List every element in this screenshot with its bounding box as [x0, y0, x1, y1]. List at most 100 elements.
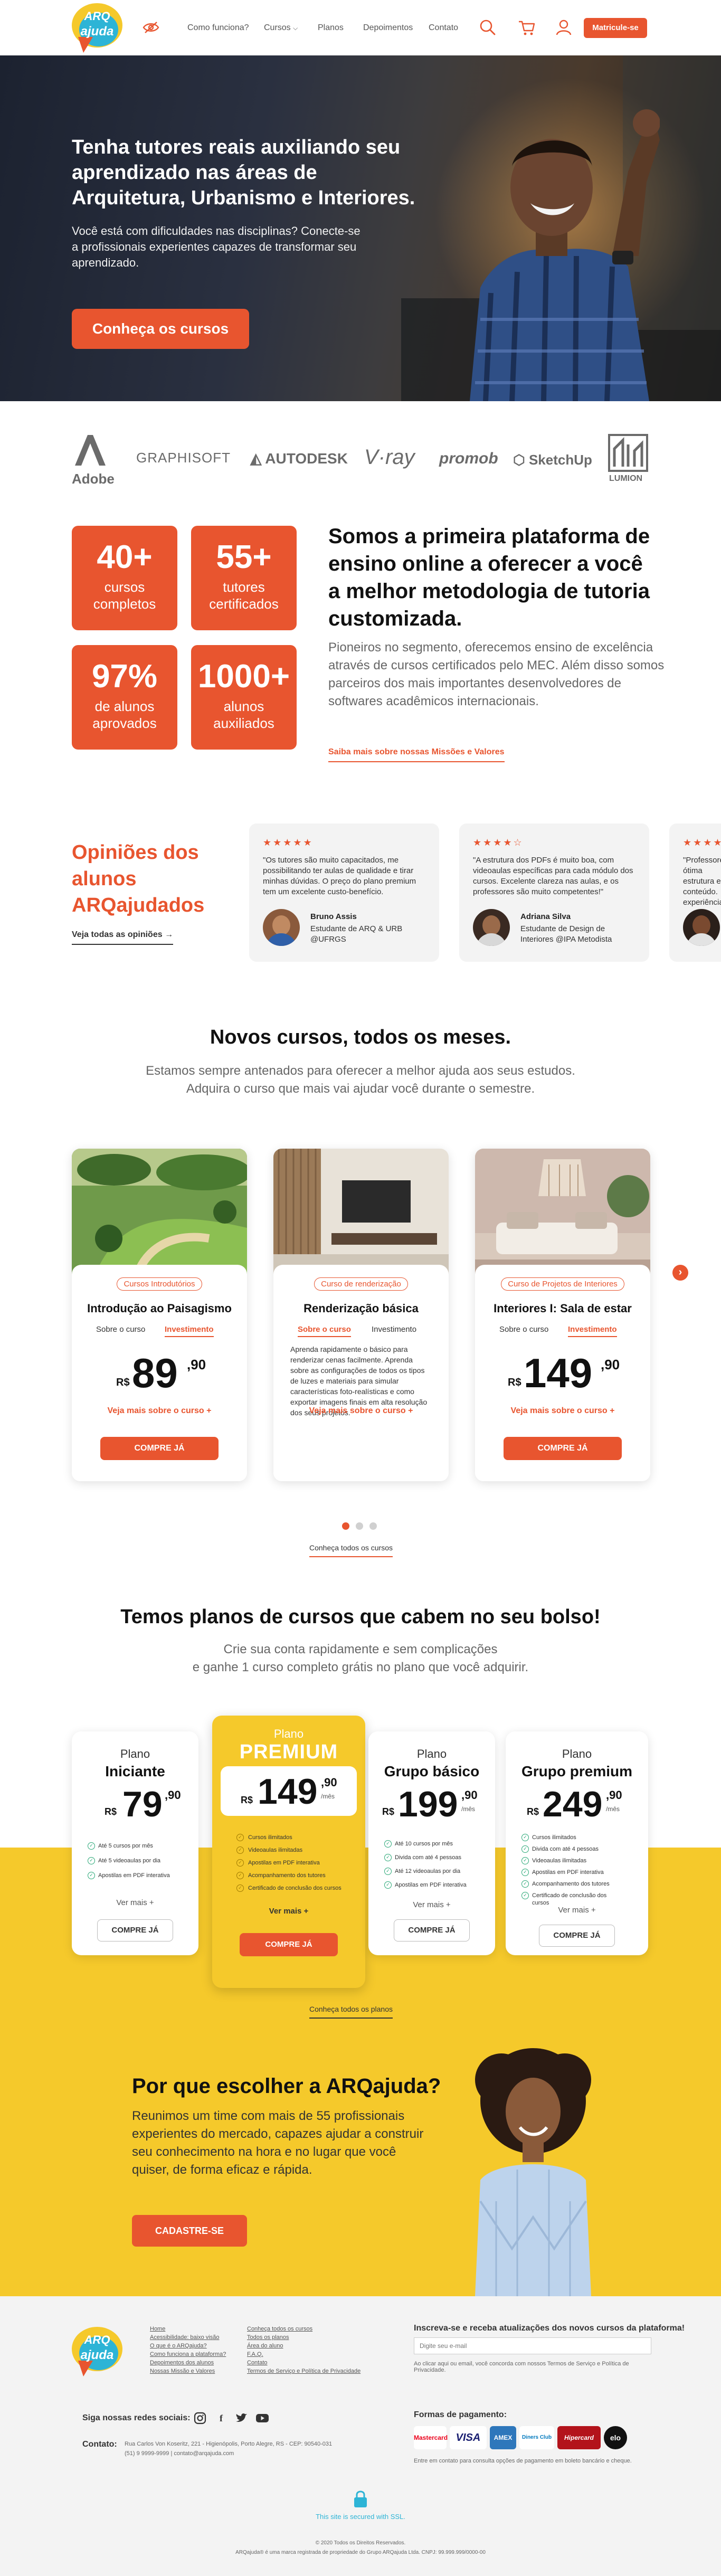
nav-cursos-label: Cursos — [264, 23, 291, 32]
all-courses-link[interactable]: Conheça todos os cursos — [309, 1543, 393, 1557]
all-plans-link[interactable]: Conheça todos os planos — [309, 2005, 393, 2019]
facebook-icon[interactable]: f — [214, 2411, 228, 2425]
lumion-logo-icon — [608, 434, 648, 472]
carousel-dot[interactable] — [369, 1522, 377, 1530]
arqajuda-logo[interactable]: ARQ ajuda — [72, 3, 122, 54]
search-icon[interactable] — [478, 18, 497, 37]
footer-logo[interactable]: ARQ ajuda — [72, 2327, 122, 2378]
plan-more-link[interactable]: Ver mais + — [72, 1898, 198, 1907]
check-icon: ✓ — [384, 1840, 392, 1848]
plan-price-cents: ,90 — [606, 1788, 622, 1802]
buy-course-button[interactable]: COMPRE JÁ — [504, 1437, 622, 1460]
signup-button[interactable]: CADASTRE-SE — [132, 2215, 247, 2247]
buy-plan-button[interactable]: COMPRE JÁ — [97, 1919, 173, 1942]
footer-link[interactable]: Todos os planos — [247, 2334, 289, 2341]
partner-lumion-label: LUMION — [609, 474, 643, 483]
carousel-next-button[interactable]: › — [672, 1265, 688, 1281]
avatar — [473, 909, 510, 946]
explore-courses-button[interactable]: Conheça os cursos — [72, 309, 249, 349]
plan-feature: ✓ Até 10 cursos por mês — [384, 1840, 485, 1848]
buy-plan-button[interactable]: COMPRE JÁ — [539, 1925, 615, 1947]
course-card[interactable]: Curso de renderização Renderização básic… — [273, 1149, 449, 1481]
plan-more-link[interactable]: Ver mais + — [212, 1907, 365, 1916]
cart-icon[interactable] — [517, 18, 536, 37]
course-more-link[interactable]: Veja mais sobre o curso + — [72, 1406, 247, 1416]
plan-name: PREMIUM — [239, 1741, 338, 1763]
tab-investment[interactable]: Investimento — [165, 1325, 214, 1337]
testimonial-name: Adriana Silva — [520, 912, 571, 921]
course-card[interactable]: Cursos Introdutórios Introdução ao Paisa… — [72, 1149, 247, 1481]
testimonial-card: ★★★★☆ "A estrutura dos PDFs é muito boa,… — [459, 823, 649, 962]
carousel-dot[interactable] — [356, 1522, 363, 1530]
footer-link[interactable]: Depoimentos dos alunos — [150, 2360, 214, 2366]
footer-link[interactable]: Termos de Serviço e Política de Privacid… — [247, 2368, 360, 2374]
stat-number: 1000+ — [197, 658, 290, 695]
all-testimonials-link[interactable]: Veja todas as opiniões → — [72, 930, 174, 945]
about-title: Somos a primeira plataforma de ensino on… — [328, 525, 650, 630]
footer-link[interactable]: Acessibilidade: baixo visão — [150, 2334, 219, 2341]
plan-card-grupo-premium[interactable]: Plano Grupo premium R$ 249 ,90 /mês ✓ Cur… — [506, 1731, 648, 1955]
mission-values-link[interactable]: Saiba mais sobre nossas Missões e Valore… — [328, 747, 505, 762]
tab-about-course[interactable]: Sobre o curso — [298, 1325, 351, 1337]
plan-feature: ✓ Divida com até 4 pessoas — [521, 1845, 622, 1853]
testimonial-card: ★★★★★ "Os tutores são muito capacitados,… — [249, 823, 439, 962]
nav-cursos[interactable]: Cursos ⌵ — [264, 23, 298, 33]
stat-label: alunos auxiliados — [213, 698, 274, 731]
plan-card-premium[interactable]: Plano PREMIUM R$ 149 ,90 /mês ✓ Cursos il… — [212, 1716, 365, 1988]
twitter-icon[interactable] — [234, 2411, 248, 2425]
course-more-link[interactable]: Veja mais sobre o curso + — [475, 1406, 650, 1416]
tab-about-course[interactable]: Sobre o curso — [499, 1325, 548, 1334]
nav-depoimentos[interactable]: Depoimentos — [363, 23, 413, 33]
plan-feature: ✓ Apostilas em PDF interativa — [88, 1872, 188, 1879]
enroll-button[interactable]: Matricule-se — [584, 18, 647, 38]
amex-icon: AMEX — [490, 2426, 516, 2449]
accessibility-eye-icon[interactable] — [143, 21, 159, 34]
check-icon: ✓ — [236, 1884, 244, 1892]
tab-about-course[interactable]: Sobre o curso — [96, 1325, 145, 1334]
footer-link[interactable]: Área do aluno — [247, 2343, 283, 2349]
buy-plan-button[interactable]: COMPRE JÁ — [240, 1933, 338, 1956]
nav-como-funciona[interactable]: Como funciona? — [187, 23, 249, 33]
plan-more-link[interactable]: Ver mais + — [506, 1906, 648, 1915]
chevron-down-icon: ⌵ — [293, 24, 298, 32]
user-account-icon[interactable] — [554, 18, 573, 37]
footer-link[interactable]: Conheça todos os cursos — [247, 2326, 312, 2332]
tab-investment[interactable]: Investimento — [568, 1325, 617, 1337]
course-card[interactable]: Curso de Projetos de Interiores Interior… — [475, 1149, 650, 1481]
buy-plan-button[interactable]: COMPRE JÁ — [394, 1919, 470, 1942]
check-icon: ✓ — [236, 1859, 244, 1867]
stat-label: tutores certificados — [209, 579, 279, 612]
plan-price: 199 — [398, 1784, 458, 1824]
courses-subtitle-1: Estamos sempre antenados para oferecer a… — [146, 1064, 575, 1078]
footer-link[interactable]: O que é o ARQajuda? — [150, 2343, 207, 2349]
newsletter-email-input[interactable] — [414, 2337, 651, 2354]
tab-investment[interactable]: Investimento — [372, 1325, 416, 1334]
footer-link[interactable]: Contato — [247, 2360, 268, 2366]
footer-link[interactable]: Como funciona a plataforma? — [150, 2351, 226, 2357]
plan-name: Grupo premium — [521, 1763, 632, 1779]
course-price-cents: ,90 — [187, 1357, 206, 1372]
footer-link[interactable]: Home — [150, 2326, 165, 2332]
check-icon: ✓ — [384, 1868, 392, 1875]
instagram-icon[interactable] — [193, 2411, 207, 2425]
plan-feature: ✓ Apostilas em PDF interativa — [384, 1881, 485, 1889]
plan-more-link[interactable]: Ver mais + — [368, 1900, 495, 1909]
plan-feature: ✓ Videoaulas ilimitadas — [236, 1846, 347, 1854]
nav-contato[interactable]: Contato — [429, 23, 458, 33]
footer-link[interactable]: Nossas Missão e Valores — [150, 2368, 215, 2374]
course-more-link[interactable]: Veja mais sobre o curso + — [273, 1406, 449, 1416]
course-title: Interiores I: Sala de estar — [494, 1302, 632, 1315]
carousel-dot-active[interactable] — [342, 1522, 349, 1530]
plan-card-grupo-basico[interactable]: Plano Grupo básico R$ 199 ,90 /mês ✓ Até … — [368, 1731, 495, 1955]
plan-card-iniciante[interactable]: Plano Iniciante R$ 79 ,90 ✓ Até 5 cursos … — [72, 1731, 198, 1955]
testimonial-card-partial: ★★★★★ "Professores ótima estrutura e con… — [669, 823, 721, 962]
buy-course-button[interactable]: COMPRE JÁ — [100, 1437, 219, 1460]
partner-lumion: LUMION — [607, 433, 649, 486]
nav-planos[interactable]: Planos — [318, 23, 344, 33]
footer-link[interactable]: F.A.Q. — [247, 2351, 263, 2357]
check-icon: ✓ — [384, 1881, 392, 1889]
ssl-notice: This site is secured with SSL. — [316, 2513, 405, 2521]
course-price: 89 — [132, 1350, 178, 1396]
stat-label: cursos completos — [93, 579, 156, 612]
youtube-icon[interactable] — [255, 2411, 269, 2425]
